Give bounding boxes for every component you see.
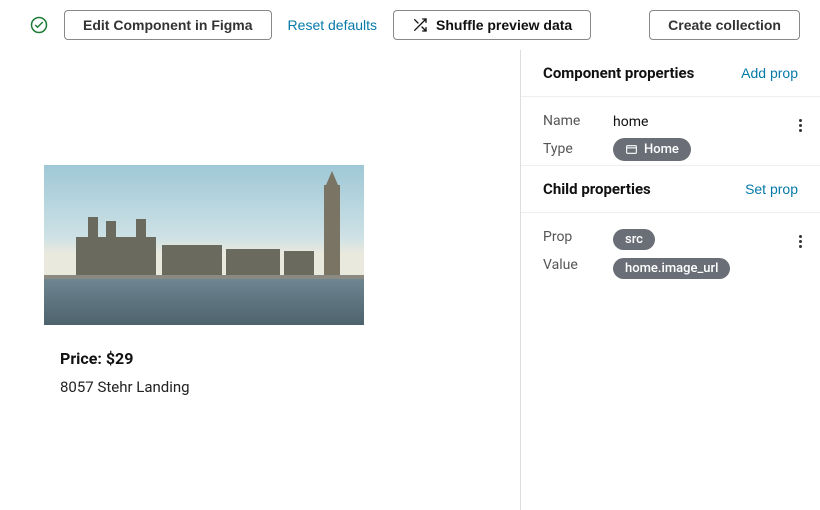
preview-card: Price: $29 8057 Stehr Landing [44, 165, 364, 396]
status-ok-icon [30, 16, 48, 34]
child-prop-row: Prop Value src home.image_url [521, 213, 820, 283]
reset-defaults-link[interactable]: Reset defaults [288, 17, 378, 33]
shuffle-label: Shuffle preview data [436, 17, 572, 33]
value-label: Value [543, 257, 597, 273]
create-collection-button[interactable]: Create collection [649, 10, 800, 40]
value-chip[interactable]: home.image_url [613, 258, 730, 279]
name-label: Name [543, 113, 597, 129]
preview-pane: Price: $29 8057 Stehr Landing [0, 50, 520, 510]
main-area: Price: $29 8057 Stehr Landing Component … [0, 50, 820, 510]
panel-spacer [521, 283, 820, 510]
child-prop-more-button[interactable] [799, 233, 802, 250]
child-properties-title: Child properties [543, 180, 651, 198]
component-properties-header: Component properties Add prop [521, 50, 820, 97]
preview-image [44, 165, 364, 325]
type-label: Type [543, 141, 597, 157]
set-prop-link[interactable]: Set prop [745, 181, 798, 197]
preview-price: Price: $29 [44, 349, 364, 368]
shuffle-preview-button[interactable]: Shuffle preview data [393, 10, 591, 40]
type-chip[interactable]: Home [613, 138, 691, 161]
component-properties-title: Component properties [543, 64, 694, 82]
shuffle-icon [412, 17, 428, 33]
add-prop-link[interactable]: Add prop [741, 65, 798, 81]
type-icon [625, 143, 638, 156]
type-chip-label: Home [644, 142, 679, 157]
component-prop-more-button[interactable] [799, 117, 802, 134]
prop-label: Prop [543, 229, 597, 245]
preview-address: 8057 Stehr Landing [44, 378, 364, 396]
edit-component-button[interactable]: Edit Component in Figma [64, 10, 272, 40]
name-value: home [613, 113, 648, 130]
toolbar: Edit Component in Figma Reset defaults S… [0, 0, 820, 50]
component-prop-row: Name Type home Home [521, 97, 820, 165]
prop-chip[interactable]: src [613, 229, 655, 250]
properties-panel: Component properties Add prop Name Type … [520, 50, 820, 510]
child-properties-header: Child properties Set prop [521, 165, 820, 213]
